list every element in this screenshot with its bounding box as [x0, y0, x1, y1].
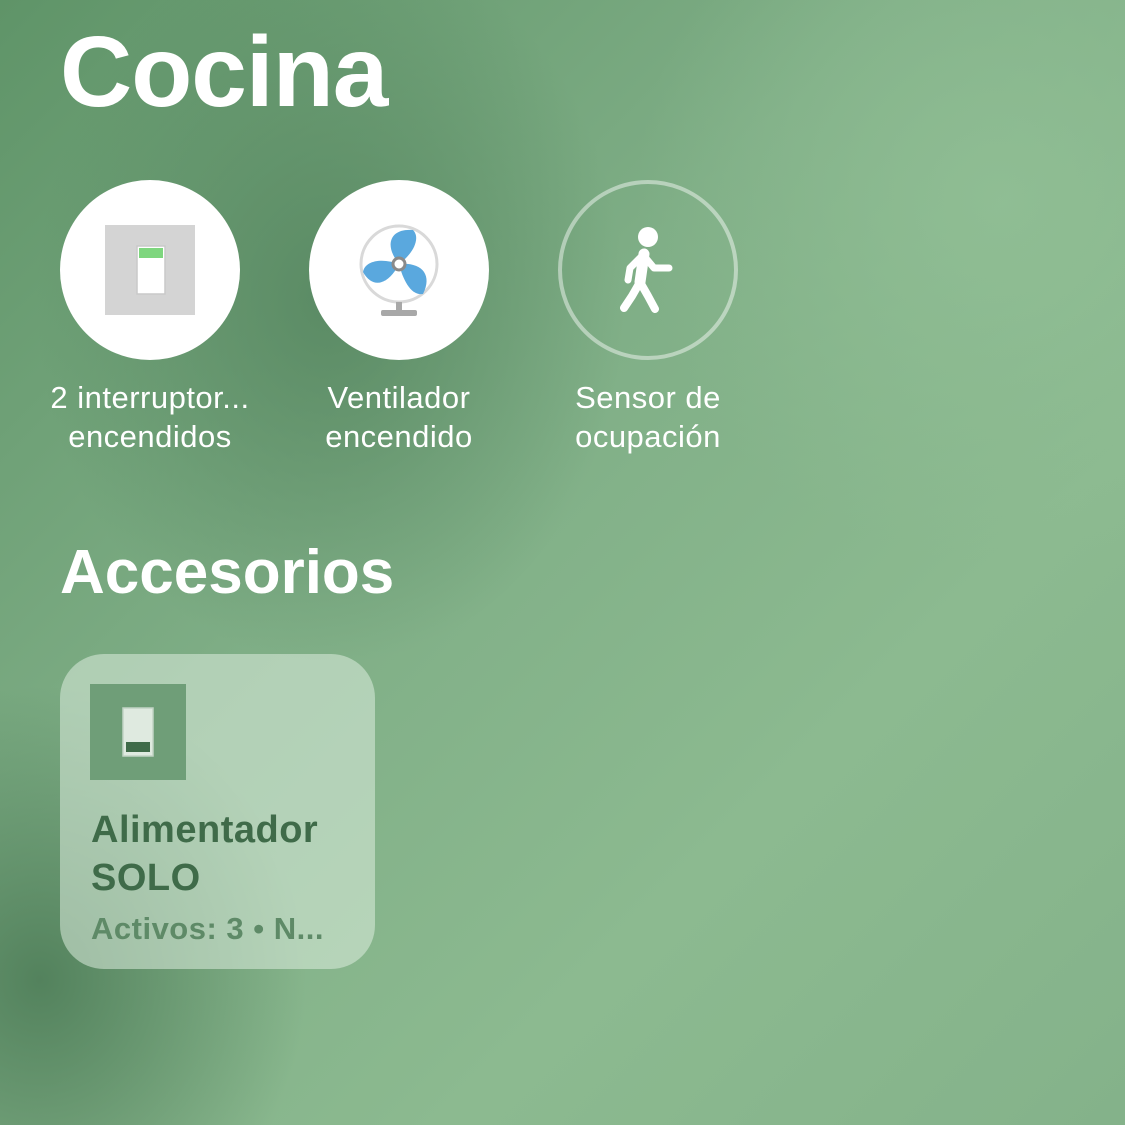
status-switches-button[interactable] — [60, 180, 240, 360]
status-occupancy-label-line2: ocupación — [575, 419, 721, 454]
status-row: 2 interruptor... encendidos Ventilador e… — [0, 180, 800, 480]
status-switches-label-line2: encendidos — [68, 419, 232, 454]
status-fan-label-line2: encendido — [325, 419, 473, 454]
status-switches-label: 2 interruptor... encendidos — [25, 378, 275, 456]
switch-icon — [122, 707, 154, 757]
status-occupancy-label-line1: Sensor de — [575, 380, 721, 415]
fan-icon — [359, 224, 439, 316]
status-occupancy-button[interactable] — [558, 180, 738, 360]
room-title: Cocina — [60, 16, 388, 128]
accessory-name-line1: Alimentador — [91, 809, 319, 851]
accessory-tile-alimentador[interactable]: Alimentador SOLO Activos: 3 • N... — [60, 654, 375, 969]
status-occupancy-label: Sensor de ocupación — [523, 378, 773, 456]
accessory-status: Activos: 3 • N... — [91, 911, 324, 946]
tile-switch-icon-box — [90, 684, 186, 780]
status-fan-label-line1: Ventilador — [327, 380, 471, 415]
accessory-name-line2: SOLO — [91, 857, 201, 899]
accessories-section-title: Accesorios — [60, 538, 395, 607]
walking-person-icon — [620, 227, 673, 313]
status-switches-label-line1: 2 interruptor... — [50, 380, 250, 415]
status-fan-button[interactable] — [309, 180, 489, 360]
accessory-name: Alimentador SOLO — [91, 806, 318, 902]
switch-icon — [105, 225, 195, 315]
status-fan-label: Ventilador encendido — [274, 378, 524, 456]
